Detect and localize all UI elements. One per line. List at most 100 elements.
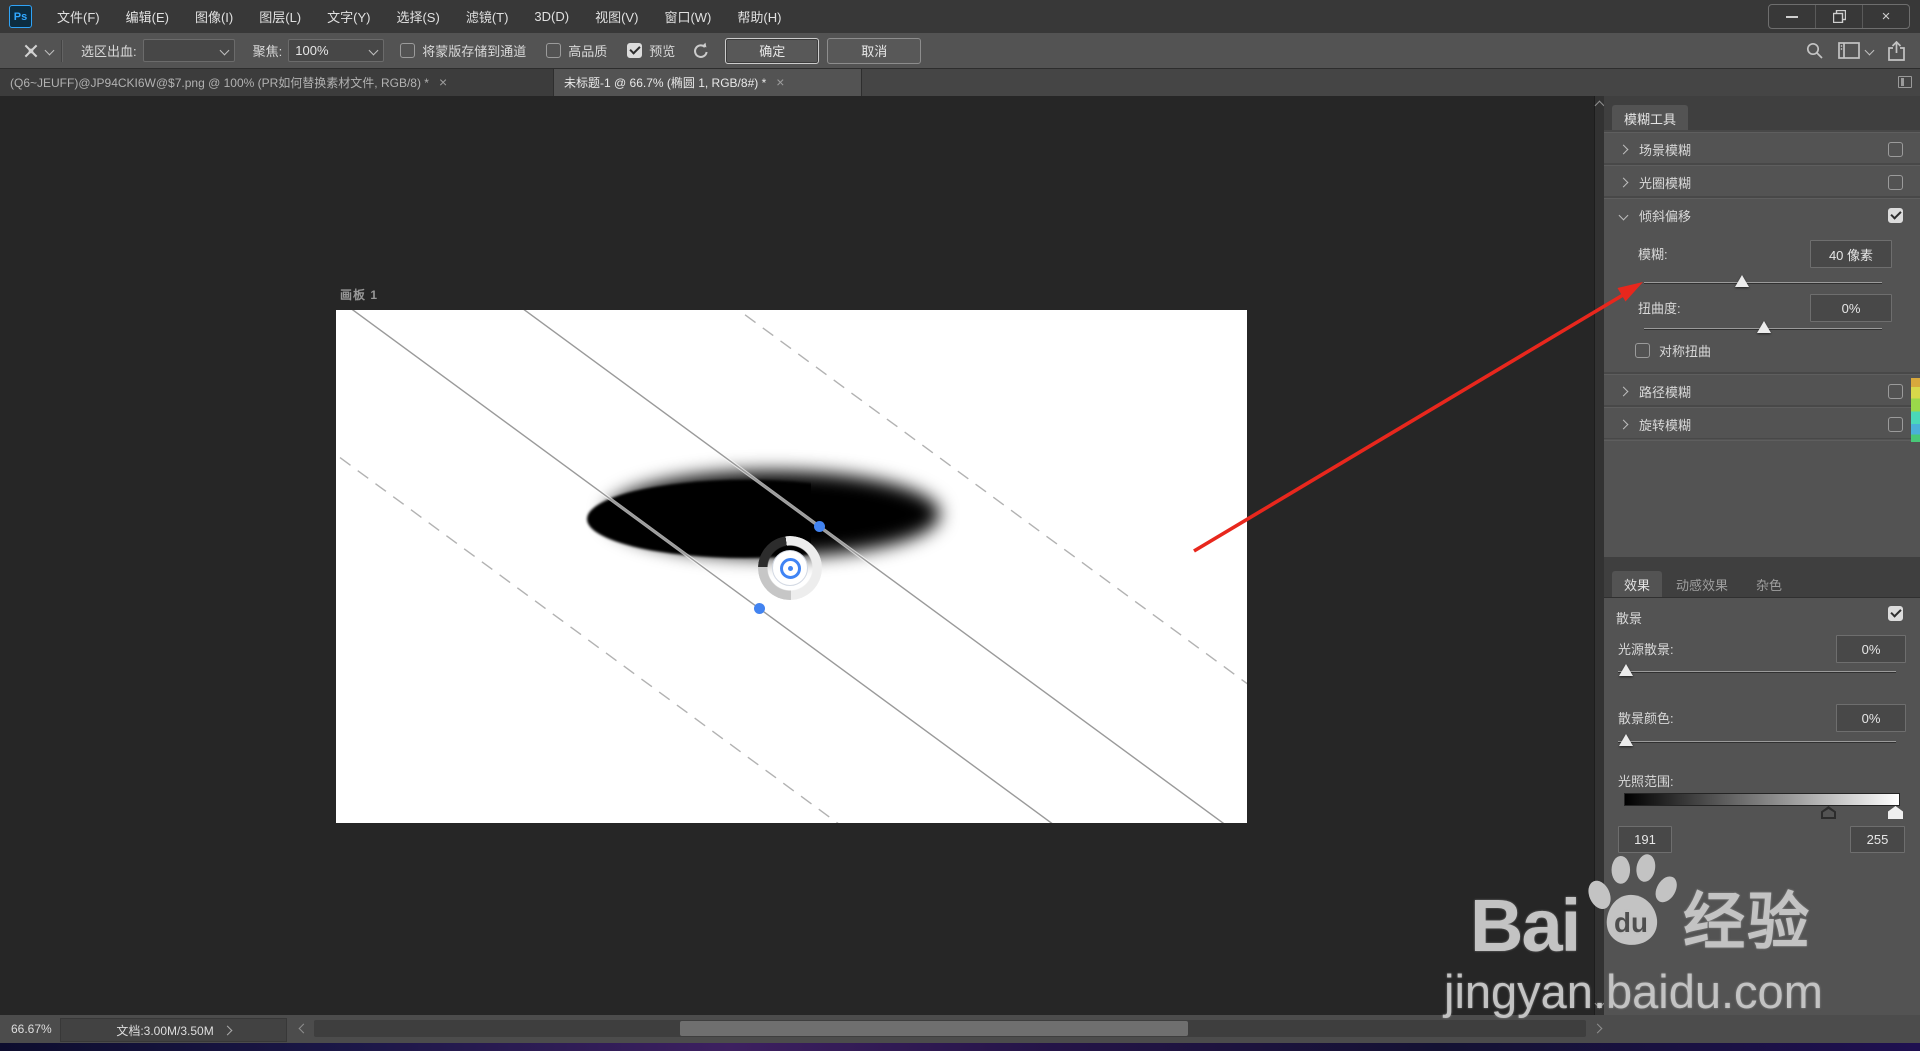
menu-type[interactable]: 文字(Y): [314, 0, 383, 33]
menu-3d[interactable]: 3D(D): [521, 0, 582, 33]
divider: [61, 39, 63, 62]
light-range-min-thumb[interactable]: [1821, 806, 1836, 819]
horizontal-scrollbar-thumb[interactable]: [680, 1021, 1188, 1036]
section-iris-blur[interactable]: 光圈模糊: [1604, 165, 1920, 199]
symmetric-distortion-checkbox[interactable]: [1635, 343, 1650, 358]
light-range-gradient[interactable]: [1624, 793, 1900, 806]
menu-select[interactable]: 选择(S): [383, 0, 452, 33]
tab-close-icon[interactable]: ×: [776, 75, 784, 89]
light-range-label: 光照范围:: [1618, 774, 1674, 789]
status-expand-icon[interactable]: [222, 1025, 233, 1035]
artboard: [336, 310, 1247, 823]
scroll-left-icon[interactable]: [298, 1023, 309, 1034]
slider-thumb[interactable]: [1757, 321, 1771, 333]
workspace-chevron-icon[interactable]: [1864, 45, 1875, 56]
high-quality-label: 高品质: [568, 44, 608, 59]
motion-effects-tab[interactable]: 动感效果: [1664, 571, 1740, 597]
cancel-button[interactable]: 取消: [827, 37, 922, 64]
restore-button[interactable]: [1815, 5, 1862, 28]
iris-blur-checkbox[interactable]: [1888, 175, 1903, 190]
bokeh-checkbox[interactable]: [1888, 606, 1903, 621]
menu-view[interactable]: 视图(V): [582, 0, 651, 33]
effects-panel-header: 效果 动感效果 杂色: [1604, 557, 1920, 598]
light-bokeh-label: 光源散景:: [1618, 642, 1674, 657]
bleed-label: 选区出血:: [81, 44, 137, 59]
menu-edit[interactable]: 编辑(E): [113, 0, 182, 33]
bokeh-color-value[interactable]: 0%: [1836, 704, 1906, 732]
section-label: 倾斜偏移: [1639, 209, 1692, 224]
slider-track[interactable]: [1644, 282, 1882, 283]
bokeh-color-slider[interactable]: [1618, 733, 1896, 749]
section-field-blur[interactable]: 场景模糊: [1604, 132, 1920, 166]
blur-pin-tool-icon[interactable]: [22, 42, 40, 60]
tilt-shift-checkbox[interactable]: [1888, 208, 1903, 223]
document-tab-2[interactable]: 未标题-1 @ 66.7% (椭圆 1, RGB/8#) * ×: [554, 68, 862, 96]
close-icon: ×: [1881, 8, 1891, 25]
slider-thumb[interactable]: [1619, 664, 1633, 676]
ok-button[interactable]: 确定: [725, 37, 820, 64]
slider-track[interactable]: [1618, 741, 1896, 742]
menu-help[interactable]: 帮助(H): [724, 0, 794, 33]
section-label: 旋转模糊: [1639, 418, 1692, 433]
desktop-color-strip: [1911, 378, 1920, 442]
workspace-icon[interactable]: [1838, 42, 1860, 59]
menu-layer[interactable]: 图层(L): [246, 0, 314, 33]
slider-thumb[interactable]: [1735, 275, 1749, 287]
light-range-max-thumb[interactable]: [1888, 806, 1903, 819]
focus-line-handle-top[interactable]: [814, 521, 825, 532]
distortion-slider[interactable]: [1644, 320, 1882, 336]
search-icon[interactable]: [1805, 41, 1824, 60]
minimize-button[interactable]: [1769, 5, 1815, 28]
bleed-select[interactable]: [142, 39, 235, 62]
light-bokeh-slider[interactable]: [1618, 663, 1896, 679]
effects-tab[interactable]: 效果: [1612, 571, 1663, 597]
blur-pin-center[interactable]: [772, 550, 808, 586]
photoshop-window: Ps 文件(F) 编辑(E) 图像(I) 图层(L) 文字(Y) 选择(S) 滤…: [0, 0, 1920, 1051]
focus-select[interactable]: 100%: [288, 39, 385, 62]
close-button[interactable]: ×: [1862, 5, 1909, 28]
focus-value: 100%: [295, 43, 329, 58]
spin-blur-checkbox[interactable]: [1888, 417, 1903, 432]
section-tilt-shift[interactable]: 倾斜偏移: [1604, 198, 1920, 232]
scroll-right-icon[interactable]: [1592, 1023, 1603, 1034]
light-bokeh-value[interactable]: 0%: [1836, 635, 1906, 663]
horizontal-scrollbar[interactable]: [314, 1020, 1586, 1037]
blur-amount-value[interactable]: 40 像素: [1810, 240, 1892, 268]
preview-label: 预览: [649, 44, 676, 59]
reset-icon[interactable]: [691, 41, 711, 61]
tool-preset-chevron-icon[interactable]: [44, 45, 55, 56]
slider-thumb[interactable]: [1619, 734, 1633, 746]
high-quality-checkbox[interactable]: [546, 43, 562, 58]
save-mask-checkbox[interactable]: [400, 43, 416, 58]
menu-filter[interactable]: 滤镜(T): [453, 0, 522, 33]
noise-tab[interactable]: 杂色: [1744, 571, 1794, 597]
light-range-max-value[interactable]: 255: [1850, 826, 1905, 853]
tab-close-icon[interactable]: ×: [439, 75, 447, 89]
distortion-value[interactable]: 0%: [1810, 294, 1892, 322]
scroll-up-icon[interactable]: [1594, 100, 1605, 111]
collapse-panels-icon[interactable]: [1898, 76, 1912, 88]
path-blur-checkbox[interactable]: [1888, 384, 1903, 399]
blur-tools-panel-header: 模糊工具: [1604, 96, 1920, 132]
chevron-right-icon: [1618, 144, 1629, 155]
field-blur-checkbox[interactable]: [1888, 142, 1903, 157]
menu-image[interactable]: 图像(I): [182, 0, 246, 33]
menu-file[interactable]: 文件(F): [44, 0, 113, 33]
save-mask-option: 将蒙版存储到通道: [400, 41, 526, 60]
focus-line-handle-bottom[interactable]: [754, 603, 765, 614]
zoom-level[interactable]: 66.67%: [11, 1022, 52, 1036]
bokeh-color-label: 散景颜色:: [1618, 711, 1674, 726]
blur-tools-panel-tab[interactable]: 模糊工具: [1612, 105, 1689, 131]
document-info[interactable]: 文档:3.00M/3.50M: [60, 1018, 287, 1042]
share-icon[interactable]: [1887, 40, 1906, 61]
preview-checkbox[interactable]: [627, 43, 643, 58]
blur-amount-slider[interactable]: [1644, 274, 1882, 290]
section-spin-blur[interactable]: 旋转模糊: [1604, 407, 1920, 441]
slider-track[interactable]: [1618, 671, 1896, 672]
scroll-down-icon[interactable]: [1594, 998, 1605, 1009]
menu-window[interactable]: 窗口(W): [651, 0, 724, 33]
symmetric-distortion-label: 对称扭曲: [1659, 344, 1712, 359]
light-range-min-value[interactable]: 191: [1618, 826, 1672, 853]
document-tab-1[interactable]: (Q6~JEUFF)@JP94CKI6W@$7.png @ 100% (PR如何…: [0, 68, 554, 96]
section-path-blur[interactable]: 路径模糊: [1604, 374, 1920, 408]
